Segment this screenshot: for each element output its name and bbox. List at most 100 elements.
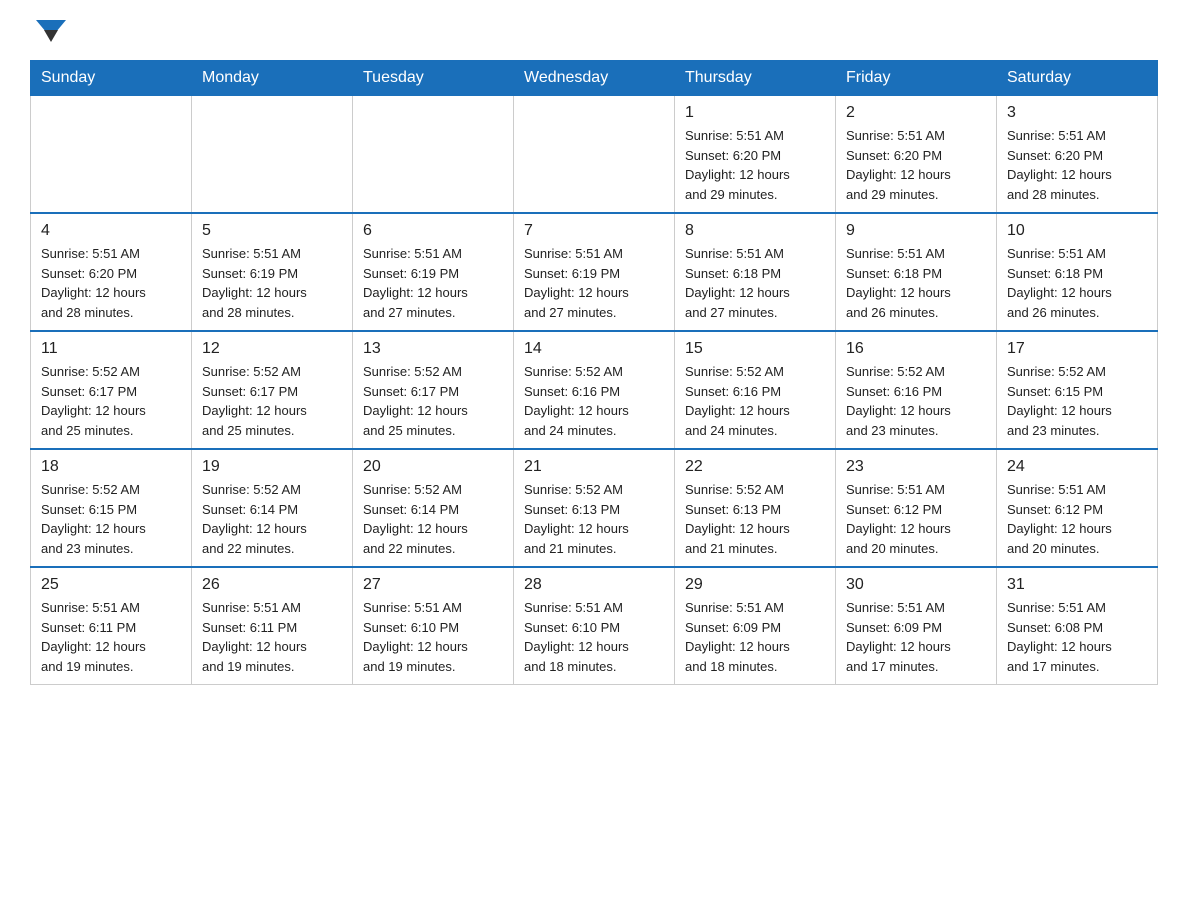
weekday-header-saturday: Saturday — [997, 61, 1158, 96]
day-number: 16 — [846, 340, 986, 358]
calendar-cell: 30 Sunrise: 5:51 AMSunset: 6:09 PMDayligh… — [836, 567, 997, 685]
day-number: 20 — [363, 458, 503, 476]
day-number: 28 — [524, 576, 664, 594]
calendar-cell: 8 Sunrise: 5:51 AMSunset: 6:18 PMDaylight… — [675, 213, 836, 331]
calendar-cell: 14 Sunrise: 5:52 AMSunset: 6:16 PMDayligh… — [514, 331, 675, 449]
day-info: Sunrise: 5:52 AMSunset: 6:14 PMDaylight:… — [363, 480, 503, 558]
day-info: Sunrise: 5:51 AMSunset: 6:11 PMDaylight:… — [41, 598, 181, 676]
logo — [30, 20, 70, 50]
day-info: Sunrise: 5:51 AMSunset: 6:08 PMDaylight:… — [1007, 598, 1147, 676]
day-info: Sunrise: 5:51 AMSunset: 6:18 PMDaylight:… — [1007, 244, 1147, 322]
day-number: 29 — [685, 576, 825, 594]
day-number: 27 — [363, 576, 503, 594]
day-info: Sunrise: 5:51 AMSunset: 6:20 PMDaylight:… — [41, 244, 181, 322]
calendar-cell: 21 Sunrise: 5:52 AMSunset: 6:13 PMDayligh… — [514, 449, 675, 567]
weekday-header-thursday: Thursday — [675, 61, 836, 96]
logo-icon — [36, 20, 66, 50]
calendar-table: SundayMondayTuesdayWednesdayThursdayFrid… — [30, 60, 1158, 685]
day-number: 13 — [363, 340, 503, 358]
day-number: 17 — [1007, 340, 1147, 358]
day-number: 19 — [202, 458, 342, 476]
day-info: Sunrise: 5:52 AMSunset: 6:15 PMDaylight:… — [1007, 362, 1147, 440]
day-info: Sunrise: 5:51 AMSunset: 6:10 PMDaylight:… — [524, 598, 664, 676]
weekday-header-monday: Monday — [192, 61, 353, 96]
day-info: Sunrise: 5:51 AMSunset: 6:09 PMDaylight:… — [685, 598, 825, 676]
calendar-cell — [514, 96, 675, 214]
calendar-cell: 13 Sunrise: 5:52 AMSunset: 6:17 PMDayligh… — [353, 331, 514, 449]
day-number: 15 — [685, 340, 825, 358]
calendar-week-row: 11 Sunrise: 5:52 AMSunset: 6:17 PMDayligh… — [31, 331, 1158, 449]
calendar-cell: 15Sunrise: 5:52 AMSunset: 6:16 PMDayligh… — [675, 331, 836, 449]
calendar-week-row: 1 Sunrise: 5:51 AMSunset: 6:20 PMDaylight… — [31, 96, 1158, 214]
day-info: Sunrise: 5:51 AMSunset: 6:20 PMDaylight:… — [685, 126, 825, 204]
day-info: Sunrise: 5:51 AMSunset: 6:20 PMDaylight:… — [1007, 126, 1147, 204]
calendar-cell — [353, 96, 514, 214]
page-header — [30, 20, 1158, 50]
calendar-cell: 12 Sunrise: 5:52 AMSunset: 6:17 PMDayligh… — [192, 331, 353, 449]
day-info: Sunrise: 5:52 AMSunset: 6:17 PMDaylight:… — [41, 362, 181, 440]
day-info: Sunrise: 5:52 AMSunset: 6:16 PMDaylight:… — [846, 362, 986, 440]
calendar-cell: 25 Sunrise: 5:51 AMSunset: 6:11 PMDayligh… — [31, 567, 192, 685]
day-info: Sunrise: 5:51 AMSunset: 6:12 PMDaylight:… — [846, 480, 986, 558]
weekday-header-sunday: Sunday — [31, 61, 192, 96]
day-number: 5 — [202, 222, 342, 240]
day-number: 25 — [41, 576, 181, 594]
calendar-cell: 26 Sunrise: 5:51 AMSunset: 6:11 PMDayligh… — [192, 567, 353, 685]
calendar-cell: 2 Sunrise: 5:51 AMSunset: 6:20 PMDaylight… — [836, 96, 997, 214]
day-info: Sunrise: 5:52 AMSunset: 6:15 PMDaylight:… — [41, 480, 181, 558]
day-number: 1 — [685, 104, 825, 122]
day-number: 12 — [202, 340, 342, 358]
calendar-cell: 18 Sunrise: 5:52 AMSunset: 6:15 PMDayligh… — [31, 449, 192, 567]
day-number: 26 — [202, 576, 342, 594]
day-number: 18 — [41, 458, 181, 476]
day-info: Sunrise: 5:51 AMSunset: 6:18 PMDaylight:… — [685, 244, 825, 322]
day-number: 8 — [685, 222, 825, 240]
calendar-week-row: 4 Sunrise: 5:51 AMSunset: 6:20 PMDaylight… — [31, 213, 1158, 331]
calendar-cell: 1 Sunrise: 5:51 AMSunset: 6:20 PMDaylight… — [675, 96, 836, 214]
day-number: 3 — [1007, 104, 1147, 122]
day-info: Sunrise: 5:52 AMSunset: 6:17 PMDaylight:… — [363, 362, 503, 440]
weekday-header-tuesday: Tuesday — [353, 61, 514, 96]
calendar-cell: 19 Sunrise: 5:52 AMSunset: 6:14 PMDayligh… — [192, 449, 353, 567]
calendar-cell: 22 Sunrise: 5:52 AMSunset: 6:13 PMDayligh… — [675, 449, 836, 567]
day-info: Sunrise: 5:52 AMSunset: 6:13 PMDaylight:… — [524, 480, 664, 558]
day-info: Sunrise: 5:51 AMSunset: 6:19 PMDaylight:… — [202, 244, 342, 322]
day-number: 21 — [524, 458, 664, 476]
day-number: 11 — [41, 340, 181, 358]
calendar-cell: 20 Sunrise: 5:52 AMSunset: 6:14 PMDayligh… — [353, 449, 514, 567]
day-info: Sunrise: 5:51 AMSunset: 6:19 PMDaylight:… — [363, 244, 503, 322]
day-info: Sunrise: 5:51 AMSunset: 6:18 PMDaylight:… — [846, 244, 986, 322]
calendar-cell: 29 Sunrise: 5:51 AMSunset: 6:09 PMDayligh… — [675, 567, 836, 685]
calendar-cell: 6 Sunrise: 5:51 AMSunset: 6:19 PMDaylight… — [353, 213, 514, 331]
day-info: Sunrise: 5:52 AMSunset: 6:14 PMDaylight:… — [202, 480, 342, 558]
calendar-header-row: SundayMondayTuesdayWednesdayThursdayFrid… — [31, 61, 1158, 96]
calendar-cell: 7Sunrise: 5:51 AMSunset: 6:19 PMDaylight… — [514, 213, 675, 331]
day-info: Sunrise: 5:52 AMSunset: 6:17 PMDaylight:… — [202, 362, 342, 440]
calendar-cell: 10 Sunrise: 5:51 AMSunset: 6:18 PMDayligh… — [997, 213, 1158, 331]
day-info: Sunrise: 5:51 AMSunset: 6:10 PMDaylight:… — [363, 598, 503, 676]
day-number: 6 — [363, 222, 503, 240]
day-number: 7 — [524, 222, 664, 240]
calendar-cell: 28 Sunrise: 5:51 AMSunset: 6:10 PMDayligh… — [514, 567, 675, 685]
day-info: Sunrise: 5:51 AMSunset: 6:12 PMDaylight:… — [1007, 480, 1147, 558]
day-number: 2 — [846, 104, 986, 122]
day-number: 14 — [524, 340, 664, 358]
calendar-cell: 23Sunrise: 5:51 AMSunset: 6:12 PMDayligh… — [836, 449, 997, 567]
day-info: Sunrise: 5:52 AMSunset: 6:16 PMDaylight:… — [524, 362, 664, 440]
day-number: 31 — [1007, 576, 1147, 594]
calendar-cell — [31, 96, 192, 214]
day-number: 22 — [685, 458, 825, 476]
day-number: 4 — [41, 222, 181, 240]
calendar-cell: 27 Sunrise: 5:51 AMSunset: 6:10 PMDayligh… — [353, 567, 514, 685]
day-number: 10 — [1007, 222, 1147, 240]
day-info: Sunrise: 5:52 AMSunset: 6:13 PMDaylight:… — [685, 480, 825, 558]
weekday-header-friday: Friday — [836, 61, 997, 96]
day-number: 9 — [846, 222, 986, 240]
day-info: Sunrise: 5:51 AMSunset: 6:20 PMDaylight:… — [846, 126, 986, 204]
day-number: 30 — [846, 576, 986, 594]
weekday-header-wednesday: Wednesday — [514, 61, 675, 96]
calendar-cell: 4 Sunrise: 5:51 AMSunset: 6:20 PMDaylight… — [31, 213, 192, 331]
day-info: Sunrise: 5:51 AMSunset: 6:09 PMDaylight:… — [846, 598, 986, 676]
day-info: Sunrise: 5:51 AMSunset: 6:11 PMDaylight:… — [202, 598, 342, 676]
calendar-cell: 9 Sunrise: 5:51 AMSunset: 6:18 PMDaylight… — [836, 213, 997, 331]
